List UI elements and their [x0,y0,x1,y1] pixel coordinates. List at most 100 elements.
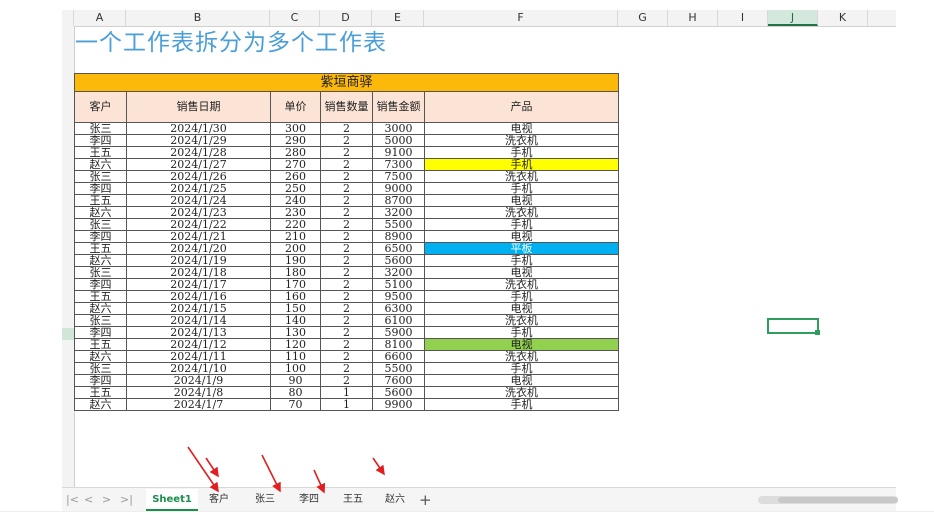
table-cell[interactable]: 李四 [74,278,127,291]
table-cell[interactable]: 6100 [372,314,425,327]
table-cell[interactable]: 2 [320,266,373,279]
table-cell[interactable]: 160 [270,290,321,303]
table-cell[interactable]: 7300 [372,158,425,171]
prev-sheet-button[interactable]: < [84,493,93,506]
row-number[interactable] [62,159,74,171]
table-cell[interactable]: 2024/1/10 [126,362,271,375]
row-number[interactable] [62,365,74,377]
table-cell[interactable]: 赵六 [74,254,127,267]
table-cell[interactable]: 2024/1/14 [126,314,271,327]
table-cell[interactable]: 赵六 [74,302,127,315]
column-header-i[interactable]: I [718,10,768,26]
row-number[interactable] [62,292,74,304]
row-number[interactable] [62,86,74,98]
column-header-b[interactable]: B [126,10,270,26]
table-cell[interactable]: 5600 [372,386,425,399]
table-cell[interactable]: 2 [320,158,373,171]
table-cell[interactable]: 2 [320,350,373,363]
last-sheet-button[interactable]: >| [120,493,133,506]
table-cell[interactable]: 3200 [372,206,425,219]
table-cell[interactable]: 洗衣机 [424,278,619,291]
row-number[interactable] [62,183,74,195]
table-cell[interactable]: 290 [270,134,321,147]
table-cell[interactable]: 2 [320,122,373,135]
tab-sheet1[interactable]: Sheet1 [146,489,198,511]
scrollbar-thumb[interactable] [778,497,898,503]
table-cell[interactable]: 2 [320,302,373,315]
table-cell[interactable]: 5000 [372,134,425,147]
row-number[interactable] [62,26,74,38]
row-number[interactable] [62,256,74,268]
table-cell[interactable]: 2024/1/12 [126,338,271,351]
table-cell[interactable]: 赵六 [74,398,127,411]
next-sheet-button[interactable]: > [102,493,111,506]
table-cell[interactable]: 2 [320,362,373,375]
table-cell[interactable]: 6500 [372,242,425,255]
table-cell[interactable]: 王五 [74,146,127,159]
table-cell[interactable]: 手机 [424,146,619,159]
table-cell[interactable]: 平板 [424,242,619,255]
table-cell[interactable]: 210 [270,230,321,243]
table-cell[interactable]: 电视 [424,194,619,207]
table-cell[interactable]: 230 [270,206,321,219]
table-cell[interactable]: 5500 [372,362,425,375]
table-cell[interactable]: 赵六 [74,158,127,171]
table-cell[interactable]: 电视 [424,302,619,315]
table-cell[interactable]: 手机 [424,182,619,195]
table-cell[interactable]: 手机 [424,362,619,375]
table-cell[interactable]: 赵六 [74,206,127,219]
table-cell[interactable]: 260 [270,170,321,183]
table-cell[interactable]: 8700 [372,194,425,207]
table-header-cell[interactable]: 产品 [424,91,619,123]
table-cell[interactable]: 2 [320,182,373,195]
table-cell[interactable]: 手机 [424,326,619,339]
table-cell[interactable]: 2024/1/11 [126,350,271,363]
table-cell[interactable]: 2024/1/7 [126,398,271,411]
table-cell[interactable]: 李四 [74,182,127,195]
table-cell[interactable]: 张三 [74,314,127,327]
column-header-d[interactable]: D [320,10,372,26]
table-cell[interactable]: 张三 [74,362,127,375]
table-cell[interactable]: 洗衣机 [424,134,619,147]
table-cell[interactable]: 2 [320,338,373,351]
row-number[interactable] [62,62,74,74]
table-cell[interactable]: 手机 [424,290,619,303]
column-header-f[interactable]: F [424,10,618,26]
table-cell[interactable]: 王五 [74,242,127,255]
table-header-cell[interactable]: 销售日期 [126,91,271,123]
table-cell[interactable]: 2 [320,146,373,159]
table-cell[interactable]: 6300 [372,302,425,315]
table-header-cell[interactable]: 销售金额 [372,91,425,123]
table-cell[interactable]: 手机 [424,218,619,231]
table-cell[interactable]: 电视 [424,374,619,387]
row-number[interactable] [62,195,74,207]
table-cell[interactable]: 2024/1/23 [126,206,271,219]
table-cell[interactable]: 7600 [372,374,425,387]
table-cell[interactable]: 2024/1/15 [126,302,271,315]
row-number[interactable] [62,425,74,437]
table-cell[interactable]: 5500 [372,218,425,231]
table-band-title[interactable]: 紫垣商驿 [74,73,619,92]
tab-lisi[interactable]: 李四 [292,489,326,511]
row-number[interactable] [62,220,74,232]
table-cell[interactable]: 洗衣机 [424,170,619,183]
tab-customer[interactable]: 客户 [202,489,236,511]
row-number[interactable] [62,413,74,425]
row-number[interactable] [62,232,74,244]
table-cell[interactable]: 手机 [424,254,619,267]
row-number[interactable] [62,147,74,159]
table-cell[interactable]: 洗衣机 [424,206,619,219]
table-cell[interactable]: 张三 [74,170,127,183]
row-number[interactable] [62,123,74,135]
table-cell[interactable]: 280 [270,146,321,159]
table-cell[interactable]: 2 [320,278,373,291]
table-cell[interactable]: 180 [270,266,321,279]
table-cell[interactable]: 9900 [372,398,425,411]
row-number[interactable] [62,461,74,473]
table-cell[interactable]: 1 [320,398,373,411]
row-number[interactable] [62,207,74,219]
row-number[interactable] [62,377,74,389]
table-cell[interactable]: 80 [270,386,321,399]
table-cell[interactable]: 王五 [74,386,127,399]
table-cell[interactable]: 2024/1/17 [126,278,271,291]
